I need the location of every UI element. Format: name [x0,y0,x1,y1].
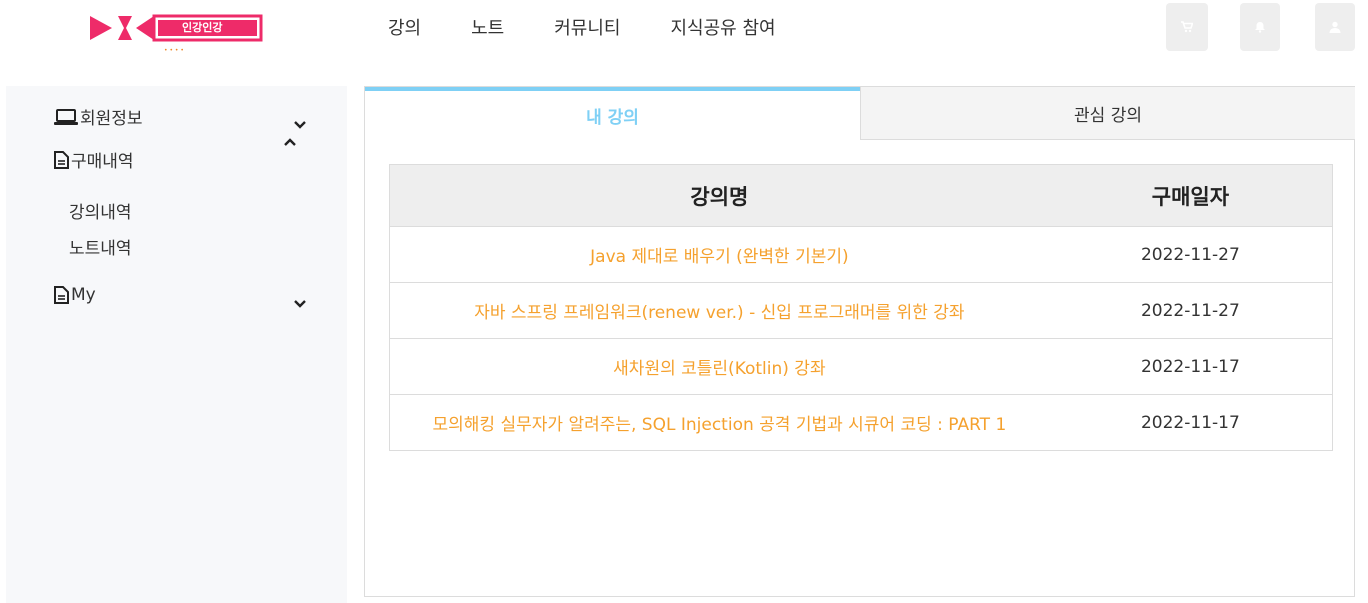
purchase-table: 강의명 구매일자 Java 제대로 배우기 (완벽한 기본기) 2022-11-… [389,164,1333,451]
bell-icon [1255,22,1265,33]
nav-item-community[interactable]: 커뮤니티 [554,14,620,40]
column-header-lecture-name: 강의명 [389,164,1049,227]
table-row: 자바 스프링 프레임워크(renew ver.) - 신입 프로그래머를 위한 … [389,282,1333,339]
purchase-date: 2022-11-17 [1048,394,1333,451]
tab-interested-lectures[interactable]: 관심 강의 [860,87,1355,140]
sidebar-item-label: 회원정보 [80,109,143,129]
tab-my-lectures[interactable]: 내 강의 [365,87,860,140]
nav-item-knowledge-share[interactable]: 지식공유 참여 [671,14,776,40]
table-row: Java 제대로 배우기 (완벽한 기본기) 2022-11-27 [389,226,1333,283]
document-icon [54,286,69,304]
site-logo[interactable]: 인강인강 • • • • [90,14,265,58]
user-icon [1329,21,1341,33]
lecture-title-link[interactable]: Java 제대로 배우기 (완벽한 기본기) [389,226,1049,283]
table-row: 모의해킹 실무자가 알려주는, SQL Injection 공격 기법과 시큐어… [389,394,1333,451]
laptop-icon [54,108,78,126]
notification-button[interactable] [1240,3,1280,51]
chevron-down-icon[interactable] [293,118,307,132]
sidebar-item-label: 구매내역 [71,152,134,172]
cart-button[interactable] [1166,3,1208,51]
sidebar-subitem-note-history[interactable]: 노트내역 [69,234,132,259]
sidebar-subitem-lecture-history[interactable]: 강의내역 [69,198,132,223]
table-row: 새차원의 코틀린(Kotlin) 강좌 2022-11-17 [389,338,1333,395]
cart-icon [1181,21,1193,33]
lecture-title-link[interactable]: 모의해킹 실무자가 알려주는, SQL Injection 공격 기법과 시큐어… [389,394,1049,451]
sidebar-item-label: My [71,285,96,305]
column-header-purchase-date: 구매일자 [1048,164,1333,227]
logo-badge-text: 인강인강 [182,21,223,34]
sidebar: 회원정보 구매내역 강의내역 노트내역 My [6,86,347,603]
logo-dots: • • • • [164,47,184,54]
sidebar-item-member-info[interactable]: 회원정보 [54,104,143,129]
document-icon [54,150,69,169]
table-header-row: 강의명 구매일자 [389,164,1333,227]
chevron-up-icon[interactable] [283,135,297,149]
lecture-title-link[interactable]: 자바 스프링 프레임워크(renew ver.) - 신입 프로그래머를 위한 … [389,282,1049,339]
purchase-date: 2022-11-17 [1048,338,1333,395]
user-menu-button[interactable] [1315,3,1355,51]
nav-item-lectures[interactable]: 강의 [388,14,421,40]
purchase-date: 2022-11-27 [1048,226,1333,283]
chevron-down-icon[interactable] [293,297,307,311]
header: 인강인강 • • • • 강의 노트 커뮤니티 지식공유 참여 [0,0,1368,80]
main-nav: 강의 노트 커뮤니티 지식공유 참여 [388,14,826,40]
lecture-title-link[interactable]: 새차원의 코틀린(Kotlin) 강좌 [389,338,1049,395]
main-panel: 내 강의 관심 강의 강의명 구매일자 Java 제대로 배우기 (완벽한 기본… [364,86,1355,597]
nav-item-notes[interactable]: 노트 [471,14,504,40]
sidebar-item-my[interactable]: My [54,285,96,305]
sidebar-item-purchase-history[interactable]: 구매내역 [54,147,134,172]
purchase-date: 2022-11-27 [1048,282,1333,339]
